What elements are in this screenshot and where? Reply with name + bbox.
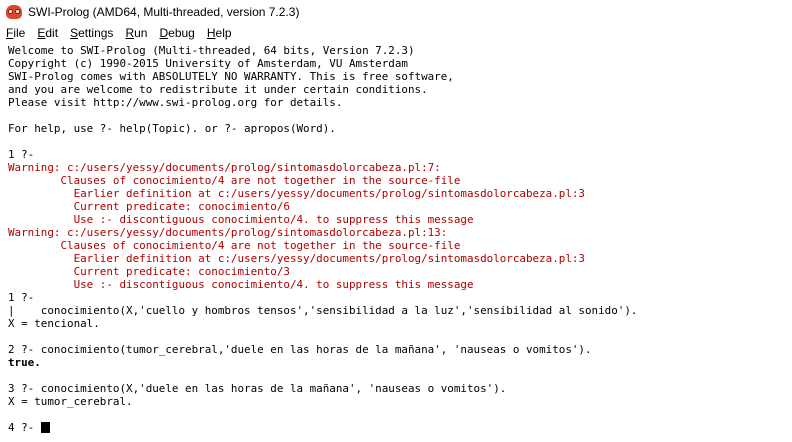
window-title: SWI-Prolog (AMD64, Multi-threaded, versi…: [28, 4, 300, 19]
title-bar: SWI-Prolog (AMD64, Multi-threaded, versi…: [0, 0, 792, 23]
console-line: 2 ?- conocimiento(tumor_cerebral,'duele …: [8, 343, 592, 356]
menu-help[interactable]: Help: [207, 26, 232, 40]
warning-line: Warning: c:/users/yessy/documents/prolog…: [8, 226, 448, 239]
console-line: 3 ?- conocimiento(X,'duele en las horas …: [8, 382, 507, 395]
warning-line: Use :- discontiguous conocimiento/4. to …: [8, 278, 474, 291]
menu-file[interactable]: File: [6, 26, 25, 40]
text-cursor: [40, 422, 50, 433]
menu-bar: File Edit Settings Run Debug Help: [0, 23, 792, 42]
console-line: 1 ?-: [8, 148, 35, 161]
console-line: SWI-Prolog comes with ABSOLUTELY NO WARR…: [8, 70, 454, 83]
console-line: 1 ?-: [8, 291, 35, 304]
warning-line: Earlier definition at c:/users/yessy/doc…: [8, 252, 585, 265]
console-line: X = tencional.: [8, 317, 100, 330]
console-line: | conocimiento(X,'cuello y hombros tenso…: [8, 304, 638, 317]
warning-line: Earlier definition at c:/users/yessy/doc…: [8, 187, 585, 200]
console-line: and you are welcome to redistribute it u…: [8, 83, 428, 96]
menu-edit[interactable]: Edit: [37, 26, 58, 40]
console-line: Please visit http://www.swi-prolog.org f…: [8, 96, 343, 109]
console-output[interactable]: Welcome to SWI-Prolog (Multi-threaded, 6…: [0, 42, 792, 442]
warning-line: Clauses of conocimiento/4 are not togeth…: [8, 174, 461, 187]
warning-line: Clauses of conocimiento/4 are not togeth…: [8, 239, 461, 252]
warning-line: Current predicate: conocimiento/6: [8, 200, 290, 213]
menu-settings[interactable]: Settings: [70, 26, 113, 40]
menu-debug[interactable]: Debug: [159, 26, 194, 40]
console-line: true.: [8, 356, 41, 369]
warning-line: Warning: c:/users/yessy/documents/prolog…: [8, 161, 441, 174]
warning-line: Use :- discontiguous conocimiento/4. to …: [8, 213, 474, 226]
console-line: Copyright (c) 1990-2015 University of Am…: [8, 57, 408, 70]
console-line: For help, use ?- help(Topic). or ?- apro…: [8, 122, 336, 135]
console-line: Welcome to SWI-Prolog (Multi-threaded, 6…: [8, 44, 415, 57]
menu-run[interactable]: Run: [125, 26, 147, 40]
warning-line: Current predicate: conocimiento/3: [8, 265, 290, 278]
console-line: X = tumor_cerebral.: [8, 395, 133, 408]
swi-prolog-owl-icon: [6, 4, 22, 20]
console-line: 4 ?-: [8, 421, 41, 434]
